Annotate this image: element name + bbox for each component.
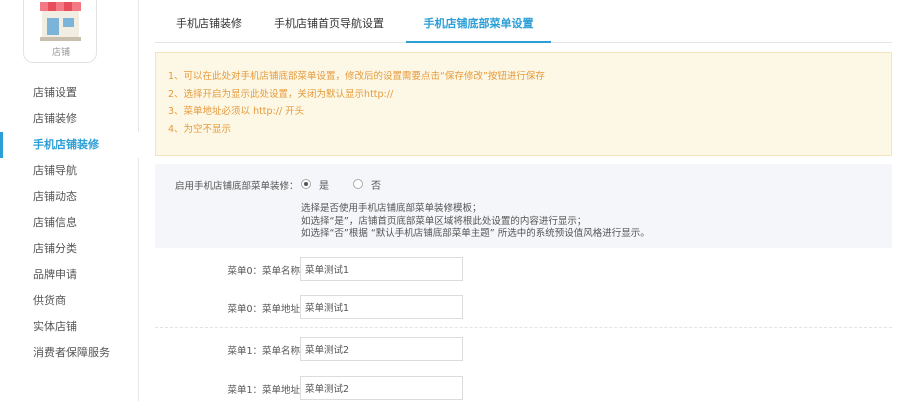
menu1-name-label: 菜单1：菜单名称 <box>227 346 300 357</box>
tab-bar: 手机店铺装修 手机店铺首页导航设置 手机店铺底部菜单设置 <box>155 0 892 43</box>
enable-label: 启用手机店铺底部菜单装修： <box>175 181 299 192</box>
notice-line: 4、为空不显示 <box>168 123 232 135</box>
menu-divider <box>155 327 892 328</box>
notice-line: 2、选择开启为显示此处设置，关闭为默认显示http:// <box>168 88 394 100</box>
sidebar-item-store-decoration[interactable]: 店铺装修 <box>0 106 139 132</box>
sidebar-item-physical-store[interactable]: 实体店铺 <box>0 314 139 340</box>
menu0-url-row: 菜单0：菜单地址 <box>155 295 892 321</box>
tab-home-navigation[interactable]: 手机店铺首页导航设置 <box>270 0 388 43</box>
store-logo-card[interactable]: 店铺 <box>23 0 97 63</box>
sidebar-item-store-news[interactable]: 店铺动态 <box>0 184 139 210</box>
menu0-url-input[interactable] <box>300 295 463 319</box>
tab-mobile-decoration[interactable]: 手机店铺装修 <box>165 0 253 43</box>
enable-desc-line: 选择是否使用手机店铺底部菜单装修模板； <box>301 203 482 214</box>
enable-yes-label: 是 <box>319 180 329 192</box>
sidebar-item-store-category[interactable]: 店铺分类 <box>0 236 139 262</box>
menu0-name-input[interactable] <box>300 257 463 281</box>
enable-desc-line: 如选择“是”，店铺首页底部菜单区域将根此处设置的内容进行显示； <box>301 215 587 227</box>
sidebar-nav: 店铺设置 店铺装修 手机店铺装修 店铺导航 店铺动态 店铺信息 店铺分类 品牌申… <box>0 80 139 366</box>
tab-bottom-menu[interactable]: 手机店铺底部菜单设置 <box>406 0 551 43</box>
sidebar-item-store-settings[interactable]: 店铺设置 <box>0 80 139 106</box>
notice-line: 1、可以在此处对手机店铺底部菜单设置，修改后的设置需要点击“保存修改”按钮进行保… <box>168 71 545 82</box>
menu1-name-row: 菜单1：菜单名称 <box>155 337 892 363</box>
menu1-url-input[interactable] <box>300 376 463 400</box>
menu1-url-row: 菜单1：菜单地址 <box>155 376 892 401</box>
sidebar-item-store-navigation[interactable]: 店铺导航 <box>0 158 139 184</box>
sidebar-item-consumer-protection[interactable]: 消费者保障服务 <box>0 340 139 366</box>
sidebar-item-store-info[interactable]: 店铺信息 <box>0 210 139 236</box>
menu0-name-label: 菜单0：菜单名称 <box>227 266 300 277</box>
store-icon <box>40 2 81 41</box>
menu1-url-label: 菜单1：菜单地址 <box>227 385 300 396</box>
notice-line: 3、菜单地址必须以 http:// 开头 <box>168 106 305 117</box>
radio-unchecked-icon <box>353 179 363 189</box>
enable-no-radio[interactable]: 否 <box>353 177 381 192</box>
sidebar-item-mobile-decoration[interactable]: 手机店铺装修 <box>0 132 139 158</box>
sidebar-item-supplier[interactable]: 供货商 <box>0 288 139 314</box>
store-logo-label: 店铺 <box>51 48 70 58</box>
menu1-name-input[interactable] <box>300 337 463 361</box>
enable-setting-panel: 启用手机店铺底部菜单装修： 是 否 选择是否使用手机店铺底部菜单装修模板； 如选… <box>155 164 892 248</box>
enable-description: 选择是否使用手机店铺底部菜单装修模板； 如选择“是”，店铺首页底部菜单区域将根此… <box>301 203 650 241</box>
menu0-name-row: 菜单0：菜单名称 <box>155 257 892 283</box>
sidebar: 店铺 店铺设置 店铺装修 手机店铺装修 店铺导航 店铺动态 店铺信息 店铺分类 … <box>0 0 139 401</box>
radio-checked-icon <box>301 179 311 189</box>
notice-box: 1、可以在此处对手机店铺底部菜单设置，修改后的设置需要点击“保存修改”按钮进行保… <box>155 52 892 156</box>
enable-desc-line: 如选择“否”根据 “默认手机店铺底部菜单主题” 所选中的系统预设值风格进行显示。 <box>301 228 650 239</box>
enable-yes-radio[interactable]: 是 <box>301 177 329 192</box>
menu0-url-label: 菜单0：菜单地址 <box>227 304 300 315</box>
enable-no-label: 否 <box>371 180 381 192</box>
sidebar-item-brand-apply[interactable]: 品牌申请 <box>0 262 139 288</box>
